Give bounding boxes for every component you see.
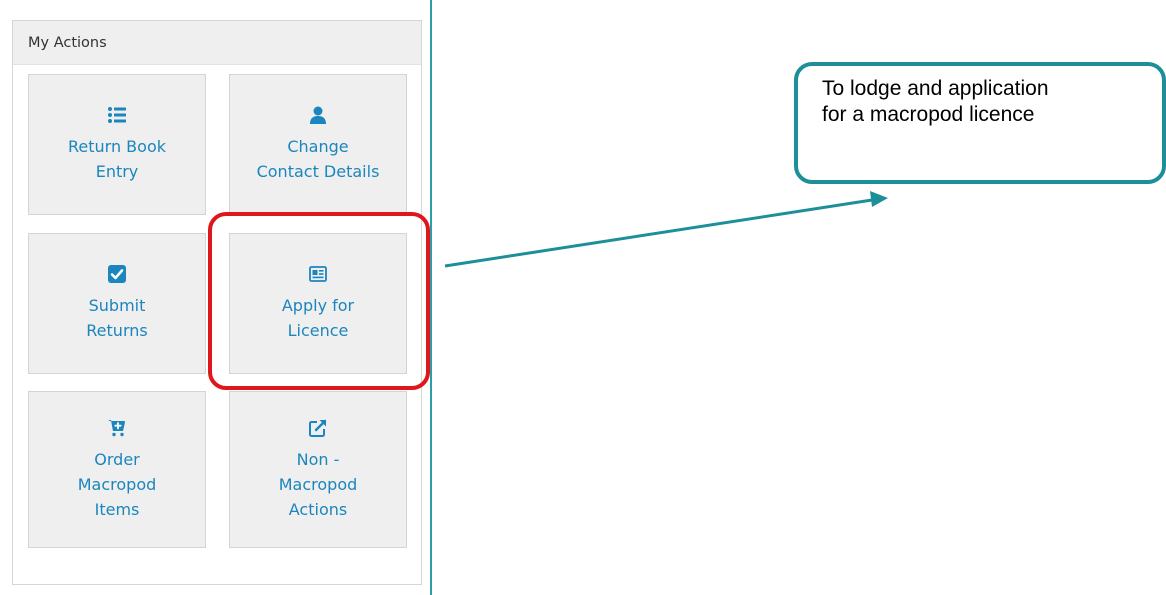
callout-line: for a macropod licence — [822, 103, 1035, 126]
callout-line: To lodge and application — [822, 77, 1049, 100]
callout-text: To lodge and application for a macropod … — [822, 76, 1152, 128]
annotation-callout: To lodge and application for a macropod … — [794, 62, 1166, 184]
